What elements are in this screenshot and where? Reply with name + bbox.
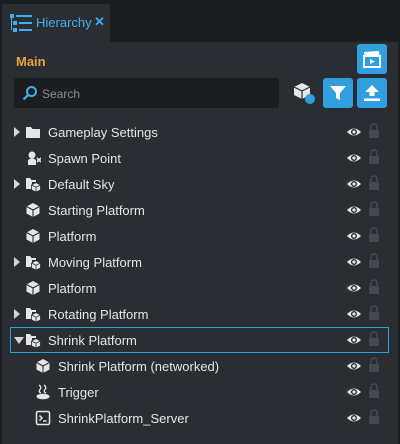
lock-icon[interactable] [368,357,380,373]
clapperboard-icon [363,51,381,68]
tree-row-label: Platform [48,281,97,296]
cube-icon [26,229,40,243]
folder-model-icon [26,256,41,270]
folder-model-icon [26,178,41,192]
tree-row-label: Trigger [58,385,99,400]
visibility-eye-icon[interactable] [346,177,362,191]
visibility-eye-icon[interactable] [346,151,362,165]
expand-down-icon[interactable] [14,337,24,344]
search-input[interactable] [40,78,280,110]
lock-icon[interactable] [368,201,380,217]
tree-row-label: Starting Platform [48,203,145,218]
hierarchy-panel: Main Gameplay Settings Spawn Point Default… [2,42,398,444]
tree-row-label: Shrink Platform (networked) [58,359,220,374]
tree-row[interactable]: Platform [2,275,398,301]
expand-right-icon[interactable] [14,309,20,319]
lock-icon[interactable] [368,279,380,295]
cube-icon [26,203,40,217]
visibility-eye-icon[interactable] [346,281,362,295]
lock-icon[interactable] [368,149,380,165]
visibility-eye-icon[interactable] [346,385,362,399]
tree-row[interactable]: ShrinkPlatform_Server [2,405,398,431]
tree-row-label: Rotating Platform [48,307,149,322]
tree-row-label: Default Sky [48,177,115,192]
visibility-eye-icon[interactable] [346,359,362,373]
visibility-eye-icon[interactable] [346,307,362,321]
tab-hierarchy[interactable]: Hierarchy ✕ [2,4,110,42]
tree-row[interactable]: Default Sky [2,171,398,197]
tree-row[interactable]: Shrink Platform (networked) [2,353,398,379]
create-model-icon[interactable] [292,81,316,105]
lock-icon[interactable] [368,305,380,321]
upload-button[interactable] [357,78,387,108]
expand-right-icon[interactable] [14,179,20,189]
spawn-point-icon [28,151,41,165]
lock-icon[interactable] [368,123,380,139]
tree-row-label: Platform [48,229,97,244]
tree-row-label: Spawn Point [48,151,121,166]
cube-icon [26,281,40,295]
filter-button[interactable] [323,78,353,108]
folder-model-icon [26,308,41,322]
tree-row-label: Moving Platform [48,255,142,270]
lock-icon[interactable] [368,175,380,191]
tab-title: Hierarchy [36,15,92,30]
lock-icon[interactable] [368,409,380,425]
tree-row[interactable]: Starting Platform [2,197,398,223]
script-icon [35,410,51,426]
tree-row[interactable]: Shrink Platform [10,327,389,353]
tree-row-label: Gameplay Settings [48,125,158,140]
scene-settings-button[interactable] [357,44,387,74]
cube-icon [36,359,50,373]
tree-row[interactable]: Gameplay Settings [2,119,398,145]
visibility-eye-icon[interactable] [346,203,362,217]
panel-title: Main [16,54,46,69]
visibility-eye-icon[interactable] [346,411,362,425]
lock-icon[interactable] [368,383,380,399]
tree-row-label: Shrink Platform [48,333,137,348]
expand-right-icon[interactable] [14,127,20,137]
visibility-eye-icon[interactable] [346,255,362,269]
search-box[interactable] [14,78,280,110]
tree-row-label: ShrinkPlatform_Server [58,411,189,426]
lock-icon[interactable] [368,331,380,347]
visibility-eye-icon[interactable] [346,333,362,347]
tab-bar: Hierarchy ✕ [0,0,400,42]
expand-right-icon[interactable] [14,257,20,267]
tree-row[interactable]: Rotating Platform [2,301,398,327]
upload-icon [364,85,380,101]
folder-icon [26,127,40,138]
tree-row[interactable]: Moving Platform [2,249,398,275]
filter-icon [330,86,346,100]
tree-row[interactable]: Spawn Point [2,145,398,171]
tree-row[interactable]: Trigger [2,379,398,405]
tree-row[interactable]: Platform [2,223,398,249]
search-icon [22,86,37,101]
lock-icon[interactable] [368,227,380,243]
tab-close-button[interactable]: ✕ [94,14,105,30]
visibility-eye-icon[interactable] [346,125,362,139]
visibility-eye-icon[interactable] [346,229,362,243]
hierarchy-icon [10,14,32,32]
trigger-icon [36,384,50,400]
folder-model-icon [26,334,41,348]
lock-icon[interactable] [368,253,380,269]
